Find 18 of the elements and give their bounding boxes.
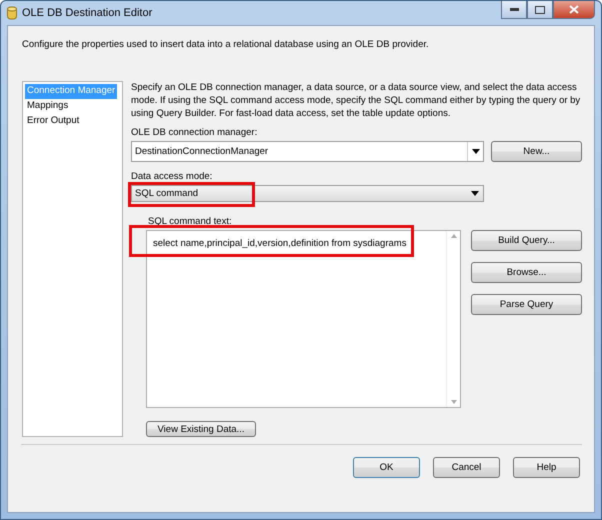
page-list-item[interactable]: Error Output bbox=[25, 114, 82, 129]
window-title: OLE DB Destination Editor bbox=[22, 7, 152, 19]
access-mode-label: Data access mode: bbox=[131, 171, 214, 182]
connection-dropdown[interactable]: DestinationConnectionManager bbox=[131, 141, 484, 162]
access-mode-dropdown[interactable]: SQL command bbox=[131, 185, 484, 202]
sql-label: SQL command text: bbox=[148, 216, 233, 228]
new-button[interactable]: New... bbox=[491, 141, 582, 162]
view-data-button[interactable]: View Existing Data... bbox=[146, 421, 256, 437]
page-list-item[interactable]: Mappings bbox=[25, 99, 70, 114]
query-button[interactable]: Browse... bbox=[471, 262, 582, 284]
query-button[interactable]: Build Query... bbox=[471, 230, 582, 252]
dialog-button[interactable]: Help bbox=[513, 457, 580, 478]
dialog-button[interactable]: Cancel bbox=[433, 457, 500, 478]
connection-label: OLE DB connection manager: bbox=[131, 127, 258, 138]
query-button[interactable]: Parse Query bbox=[471, 294, 582, 316]
description-text: Specify an OLE DB connection manager, a data source, or a data source view, and select the data access mode. If using the SQL command access mode, specify the SQL command either by typing the query or by using Query Builder. For fast-load data access, set the table update options. bbox=[131, 81, 582, 121]
intro-text: Configure the properties used to insert data into a relational database using an OLE DB provider. bbox=[22, 38, 430, 52]
dialog-button[interactable]: OK bbox=[353, 457, 420, 478]
